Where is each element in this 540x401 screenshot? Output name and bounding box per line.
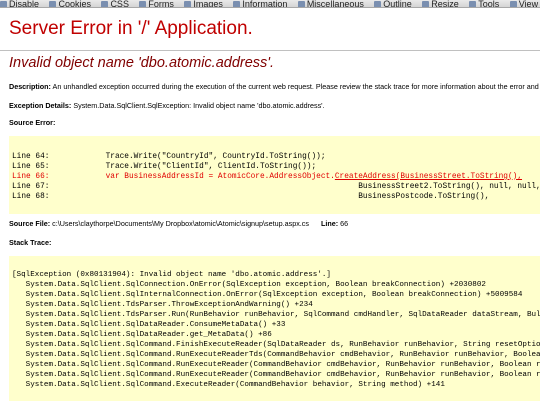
line-code: var BusinessAddressId = AtomicCore.Addre… bbox=[49, 173, 335, 181]
line-code: Trace.Write("CountryId", CountryId.ToStr… bbox=[49, 153, 326, 161]
source-file-path: c:\Users\claythorpe\Documents\My Dropbox… bbox=[52, 219, 309, 228]
css-icon bbox=[101, 1, 109, 7]
toolbar-item-view-source[interactable]: View Source bbox=[509, 0, 540, 8]
cookie-icon bbox=[49, 1, 57, 7]
line-number: Line 64: bbox=[12, 153, 50, 161]
info-icon bbox=[233, 1, 241, 7]
view-source-icon bbox=[509, 1, 517, 7]
resize-icon bbox=[422, 1, 430, 7]
toolbar-item-miscellaneous[interactable]: Miscellaneous bbox=[297, 0, 364, 8]
stack-line: System.Data.SqlClient.SqlCommand.FinishE… bbox=[12, 341, 540, 349]
source-error-label: Source Error: bbox=[9, 118, 56, 127]
toolbar-item-label: Cookies bbox=[58, 0, 91, 8]
stack-line: [SqlException (0x80131904): Invalid obje… bbox=[12, 271, 331, 279]
toolbar-item-forms[interactable]: Forms bbox=[139, 0, 174, 8]
misc-icon bbox=[297, 1, 305, 7]
stack-line: System.Data.SqlClient.SqlCommand.RunExec… bbox=[12, 371, 540, 379]
toolbar-item-disable[interactable]: Disable bbox=[0, 0, 40, 8]
stack-line: System.Data.SqlClient.SqlConnection.OnEr… bbox=[12, 281, 486, 289]
source-file-label: Source File: bbox=[9, 219, 51, 228]
toolbar-item-label: Forms bbox=[148, 0, 174, 8]
toolbar-item-information[interactable]: Information bbox=[233, 0, 288, 8]
toolbar-item-resize[interactable]: Resize bbox=[422, 0, 459, 8]
error-code-segment: CreateAddress(BusinessStreet.ToString(), bbox=[334, 173, 523, 181]
exception-label: Exception Details: bbox=[9, 101, 72, 110]
stack-line: System.Data.SqlClient.TdsParser.Run(RunB… bbox=[12, 311, 540, 319]
stack-trace-box: [SqlException (0x80131904): Invalid obje… bbox=[9, 256, 540, 401]
line-code: BusinessStreet2.ToString(), null, null, bbox=[49, 183, 540, 191]
stack-line: System.Data.SqlClient.SqlInternalConnect… bbox=[12, 291, 523, 299]
toolbar-item-label: Information bbox=[242, 0, 288, 8]
toolbar-item-css[interactable]: CSS bbox=[101, 0, 129, 8]
description-label: Description: bbox=[9, 82, 51, 91]
line-number-value: 66 bbox=[340, 219, 349, 228]
exception-details-line: Exception Details: System.Data.SqlClient… bbox=[9, 101, 325, 110]
toolbar-item-label: Outline bbox=[383, 0, 412, 8]
stack-line: System.Data.SqlClient.SqlCommand.RunExec… bbox=[12, 351, 540, 359]
source-line: Line 67: BusinessStreet2.ToString(), nul… bbox=[12, 183, 540, 191]
toolbar-item-outline[interactable]: Outline bbox=[374, 0, 412, 8]
source-error-heading: Source Error: bbox=[9, 118, 55, 127]
line-number: Line 66: bbox=[12, 173, 50, 181]
line-number: Line 67: bbox=[12, 183, 50, 191]
toolbar-item-label: Miscellaneous bbox=[306, 0, 364, 8]
stack-line: System.Data.SqlClient.SqlCommand.RunExec… bbox=[12, 361, 540, 369]
stack-line: System.Data.SqlClient.TdsParser.ThrowExc… bbox=[12, 301, 313, 309]
tools-icon bbox=[469, 1, 477, 7]
error-title: Invalid object name 'dbo.atomic.address'… bbox=[9, 55, 275, 71]
source-line: Line 68: BusinessPostcode.ToString(), bbox=[12, 193, 489, 201]
outline-icon bbox=[374, 1, 382, 7]
source-error-box: Line 64: Trace.Write("CountryId", Countr… bbox=[9, 136, 540, 214]
exception-text: System.Data.SqlClient.SqlException: Inva… bbox=[73, 101, 325, 110]
toolbar-item-label: Tools bbox=[478, 0, 500, 8]
toolbar-item-images[interactable]: Images bbox=[184, 0, 223, 8]
page-title: Server Error in '/' Application. bbox=[9, 18, 253, 39]
stack-line: System.Data.SqlClient.SqlDataReader.get_… bbox=[12, 331, 272, 339]
line-number: Line 65: bbox=[12, 163, 50, 171]
toolbar-item-label: CSS bbox=[110, 0, 129, 8]
stack-trace-label: Stack Trace: bbox=[9, 238, 52, 247]
source-line-highlighted: Line 66: var BusinessAddressId = AtomicC… bbox=[12, 173, 522, 181]
source-file-line: Source File: c:\Users\claythorpe\Documen… bbox=[9, 219, 348, 228]
description-line: Description: An unhandled exception occu… bbox=[9, 82, 539, 91]
line-code: BusinessPostcode.ToString(), bbox=[49, 193, 490, 201]
forms-icon bbox=[139, 1, 147, 7]
source-line: Line 64: Trace.Write("CountryId", Countr… bbox=[12, 153, 326, 161]
toolbar-item-label: Resize bbox=[431, 0, 459, 8]
toolbar-item-label: Disable bbox=[9, 0, 40, 8]
line-code: Trace.Write("ClientId", ClientId.ToStrin… bbox=[49, 163, 317, 171]
line-label: Line: bbox=[321, 219, 339, 228]
browser-toolbar: Disable Cookies CSS Forms Images Informa… bbox=[0, 0, 540, 8]
toolbar-item-label: View Source bbox=[518, 0, 540, 8]
disable-icon bbox=[0, 1, 7, 7]
image-icon bbox=[184, 1, 192, 7]
stack-trace-heading: Stack Trace: bbox=[9, 238, 51, 247]
line-number: Line 68: bbox=[12, 193, 50, 201]
toolbar-item-cookies[interactable]: Cookies bbox=[49, 0, 91, 8]
toolbar-item-tools[interactable]: Tools bbox=[469, 0, 500, 8]
description-text: An unhandled exception occurred during t… bbox=[52, 82, 539, 91]
stack-line: System.Data.SqlClient.SqlCommand.Execute… bbox=[12, 381, 445, 389]
title-divider bbox=[0, 50, 540, 51]
source-line: Line 65: Trace.Write("ClientId", ClientI… bbox=[12, 163, 316, 171]
toolbar-item-label: Images bbox=[193, 0, 223, 8]
stack-line: System.Data.SqlClient.SqlDataReader.Cons… bbox=[12, 321, 286, 329]
